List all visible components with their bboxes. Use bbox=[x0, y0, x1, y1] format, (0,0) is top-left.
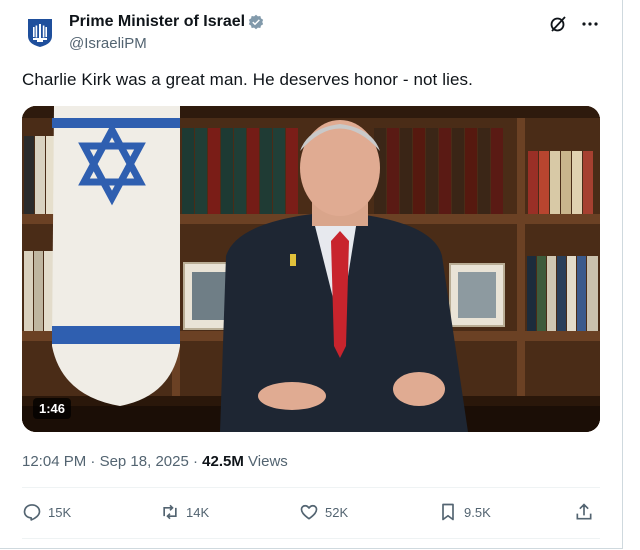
verified-icon bbox=[248, 14, 264, 30]
emblem-icon bbox=[28, 19, 52, 47]
tweet-date[interactable]: Sep 18, 2025 bbox=[100, 453, 189, 470]
meta-separator: · bbox=[90, 453, 96, 470]
avatar[interactable] bbox=[22, 14, 58, 50]
repost-button[interactable]: 14K bbox=[160, 502, 209, 522]
video-player[interactable]: 1:46 bbox=[22, 106, 600, 432]
grok-icon[interactable] bbox=[548, 14, 568, 34]
more-icon[interactable] bbox=[580, 14, 600, 34]
tweet-card: Prime Minister of Israel @IsraeliPM Char… bbox=[0, 0, 623, 549]
video-frame bbox=[22, 106, 600, 432]
bookmark-button[interactable]: 9.5K bbox=[438, 502, 491, 522]
views-count: 42.5M bbox=[202, 453, 244, 470]
reply-button[interactable]: 15K bbox=[22, 502, 71, 522]
bookmark-icon bbox=[442, 503, 454, 521]
handle[interactable]: @IsraeliPM bbox=[69, 35, 147, 52]
views-label: Views bbox=[248, 453, 288, 470]
bookmark-count: 9.5K bbox=[464, 504, 491, 520]
repost-count: 14K bbox=[186, 504, 210, 520]
display-name-text: Prime Minister of Israel bbox=[69, 13, 246, 30]
reply-count: 15K bbox=[48, 504, 72, 520]
action-bar: 15K 14K 52K 9.5K bbox=[22, 502, 600, 526]
tweet-text: Charlie Kirk was a great man. He deserve… bbox=[22, 70, 473, 89]
tweet-meta: 12:04 PM · Sep 18, 2025 · 42.5M Views bbox=[22, 453, 288, 470]
reply-icon bbox=[23, 504, 41, 521]
like-button[interactable]: 52K bbox=[299, 502, 348, 522]
repost-icon bbox=[163, 504, 177, 520]
divider-bottom bbox=[22, 538, 600, 539]
share-icon bbox=[576, 503, 592, 520]
tweet-time[interactable]: 12:04 PM bbox=[22, 453, 86, 470]
display-name[interactable]: Prime Minister of Israel bbox=[69, 13, 264, 31]
video-duration: 1:46 bbox=[33, 398, 72, 419]
like-count: 52K bbox=[325, 504, 349, 520]
share-button[interactable] bbox=[574, 502, 594, 522]
divider bbox=[22, 487, 600, 488]
meta-separator-2: · bbox=[192, 453, 198, 470]
like-icon bbox=[300, 504, 318, 520]
